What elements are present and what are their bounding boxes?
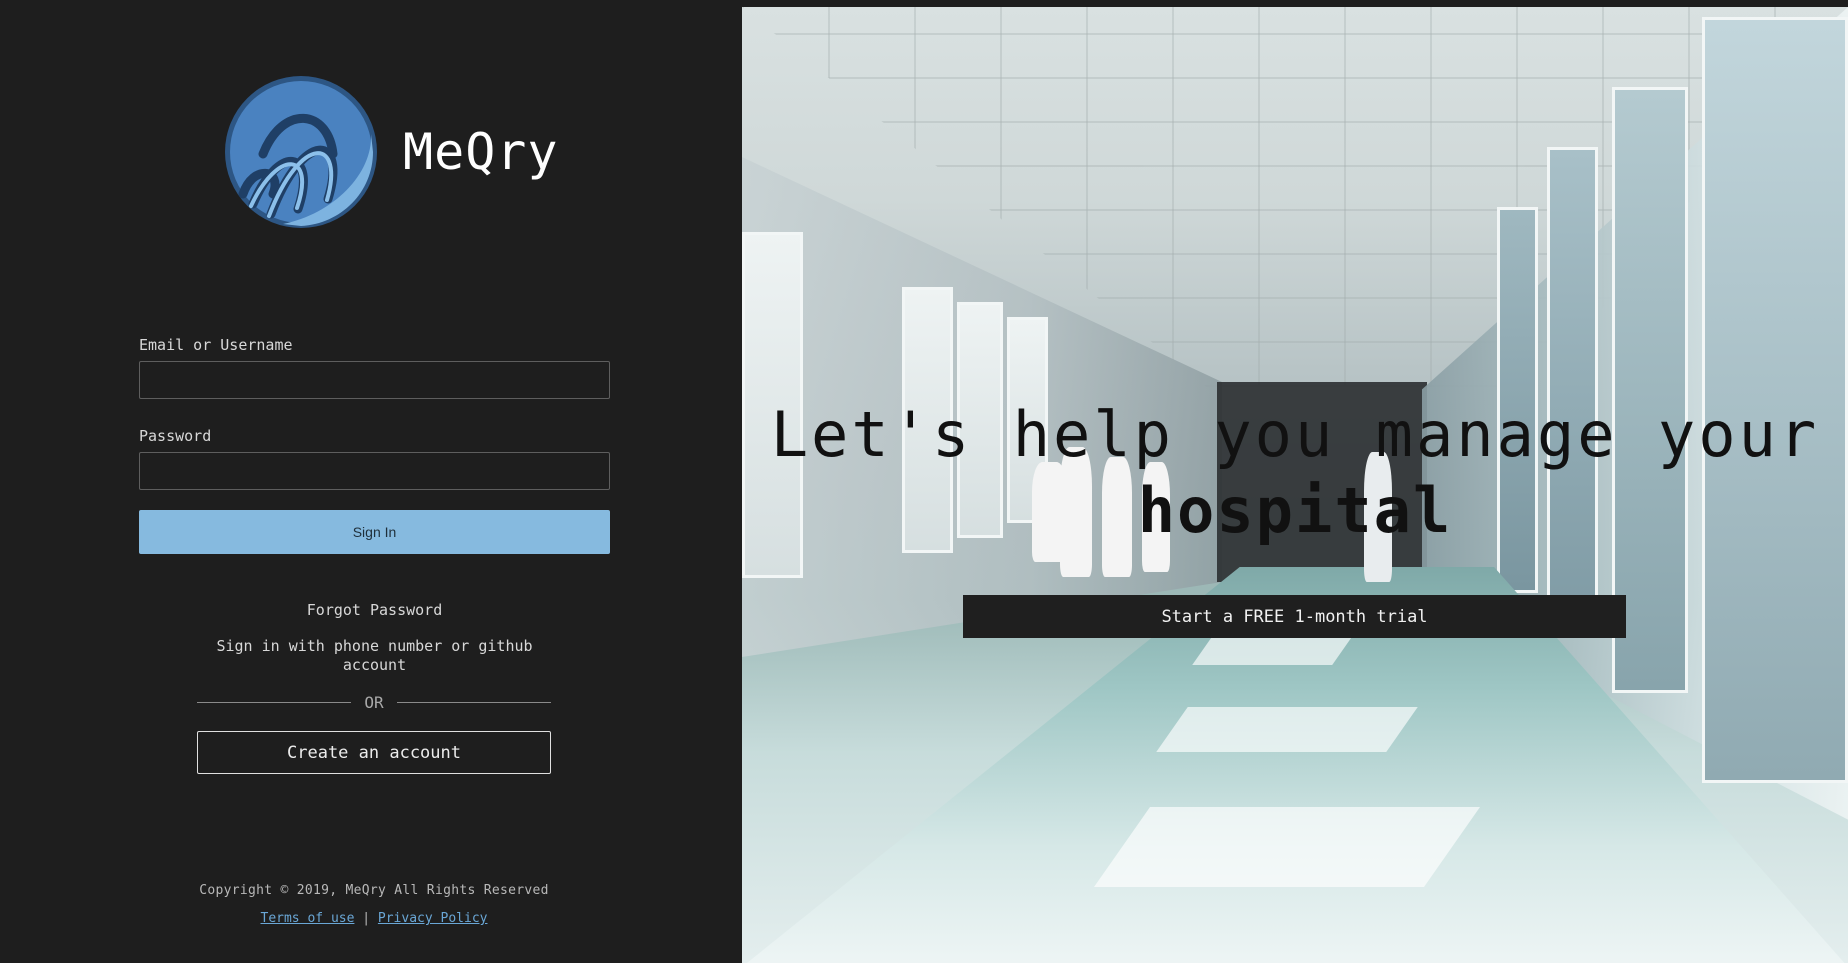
divider-line-right [396,701,552,703]
free-trial-button[interactable]: Start a FREE 1-month trial [963,595,1626,638]
password-label: Password [139,427,212,445]
or-divider: OR [197,690,552,714]
login-panel: MeQry Email or Username Password Sign In… [0,0,742,963]
footer-links: Terms of use | Privacy Policy [0,911,748,926]
hero-window-graphic [1547,147,1598,633]
hero-panel: Let's help you manage your hospital Star… [742,7,1848,963]
sign-in-button[interactable]: Sign In [139,510,610,554]
hero-sunlight-graphic [1192,637,1352,665]
hero-headline-line1: Let's help you manage your [770,398,1820,471]
brand-name: MeQry [403,123,559,181]
privacy-policy-link[interactable]: Privacy Policy [378,911,488,926]
footer-separator: | [362,911,371,926]
hero-sunlight-graphic [1156,707,1418,752]
email-label: Email or Username [139,336,293,354]
password-field[interactable] [139,452,610,490]
email-field[interactable] [139,361,610,399]
wave-circle-logo-icon [225,76,377,228]
or-text: OR [364,692,384,712]
copyright-text: Copyright © 2019, MeQry All Rights Reser… [199,883,549,898]
divider-line-left [197,701,352,703]
forgot-password-link[interactable]: Forgot Password [139,601,610,619]
terms-of-use-link[interactable]: Terms of use [261,911,355,926]
brand: MeQry [223,74,559,230]
create-account-button[interactable]: Create an account [197,731,551,774]
hero-headline-line2: hospital [1137,474,1453,547]
hero-headline: Let's help you manage your hospital [742,395,1848,547]
hero-sunlight-graphic [1093,807,1481,887]
alt-signin-link[interactable]: Sign in with phone number or github acco… [209,637,540,675]
